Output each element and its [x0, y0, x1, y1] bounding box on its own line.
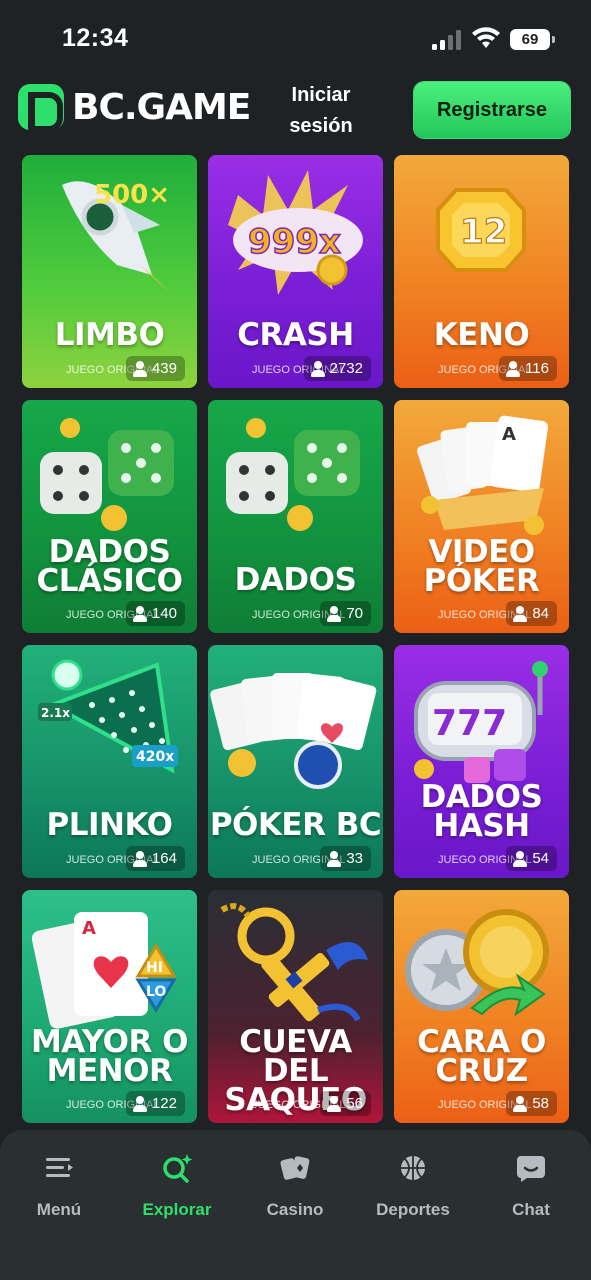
game-card-cara-o-cruz[interactable]: CARA O CRUZ JUEGO ORIGINAL 58 — [394, 890, 569, 1123]
game-card-dados-hash[interactable]: 777 DADOS HASH JUEGO ORIGINAL 54 — [394, 645, 569, 878]
bottom-nav: Menú Explorar Casino Deportes Chat — [0, 1130, 591, 1280]
game-title: LIMBO — [54, 317, 165, 353]
nav-explore[interactable]: Explorar — [122, 1152, 232, 1220]
svg-text:A: A — [82, 918, 96, 939]
poker-hand-icon — [210, 673, 377, 789]
status-time: 12:34 — [62, 24, 129, 52]
user-icon — [512, 605, 528, 622]
user-icon — [505, 360, 521, 377]
game-card-dados-clasico[interactable]: DADOS CLÁSICO JUEGO ORIGINAL 140 — [22, 400, 197, 633]
status-bar: 12:34 69 — [0, 0, 591, 78]
nav-menu[interactable]: Menú — [4, 1152, 114, 1220]
players-count: 54 — [506, 846, 557, 871]
svg-text:420x: 420x — [136, 749, 174, 765]
login-button[interactable]: Iniciar sesión — [270, 80, 372, 144]
players-count: 2732 — [303, 356, 371, 381]
nav-label: Casino — [266, 1200, 324, 1219]
user-icon — [512, 850, 528, 867]
user-icon — [132, 360, 148, 377]
menu-icon — [46, 1158, 73, 1177]
basketball-icon — [401, 1156, 425, 1180]
game-title: KENO — [433, 317, 530, 353]
login-label-line1: Iniciar — [291, 84, 351, 106]
explosion-cloud-icon: 999x — [228, 170, 363, 295]
game-card-cueva-del-saqueo[interactable]: CUEVA DEL SAQUEO JUEGO ORIGINAL 56 — [208, 890, 383, 1123]
wifi-icon — [472, 27, 500, 48]
game-card-limbo[interactable]: 500× LIMBO JUEGO ORIGINAL 439 — [22, 155, 197, 388]
game-title: VIDEO PÓKER — [423, 534, 540, 599]
game-card-crash[interactable]: 999x CRASH JUEGO ORIGINAL 2732 — [208, 155, 383, 388]
svg-text:LO: LO — [146, 984, 166, 1000]
user-icon — [132, 850, 148, 867]
user-icon — [326, 1095, 342, 1112]
games-grid: 500× LIMBO JUEGO ORIGINAL 439 999x CRASH… — [22, 155, 570, 1123]
game-card-dados[interactable]: DADOS JUEGO ORIGINAL 70 — [208, 400, 383, 633]
game-title: DADOS — [234, 562, 357, 598]
game-card-mayor-o-menor[interactable]: A HI LO MAYOR O MENOR JUEGO ORIGINAL 122 — [22, 890, 197, 1123]
game-title: PLINKO — [46, 807, 173, 843]
logo-text: BC.GAME — [72, 86, 251, 128]
game-card-poker-bc[interactable]: PÓKER BC JUEGO ORIGINAL 33 — [208, 645, 383, 878]
rocket-icon: 500× — [62, 180, 172, 295]
players-count: 116 — [499, 356, 557, 381]
battery-indicator: 69 — [510, 29, 555, 50]
players-count: 439 — [125, 356, 185, 381]
multiplier-label: 500× — [94, 180, 170, 210]
players-count: 164 — [125, 846, 185, 871]
app-header: BC.GAME Iniciar sesión Registrarse — [0, 78, 591, 150]
nav-label: Deportes — [376, 1200, 450, 1219]
register-button[interactable]: Registrarse — [414, 82, 570, 138]
svg-text:2.1x: 2.1x — [41, 706, 70, 720]
game-title: DADOS CLÁSICO — [36, 534, 183, 599]
svg-text:777: 777 — [432, 703, 507, 744]
chat-icon — [517, 1156, 545, 1182]
nav-casino[interactable]: Casino — [240, 1152, 350, 1220]
plinko-board-icon: 2.1x 420x — [38, 659, 178, 774]
bc-logo-icon — [18, 84, 64, 132]
keno-ball-icon: 12 — [436, 188, 526, 272]
svg-text:A: A — [502, 424, 516, 445]
game-title: CARA O CRUZ — [417, 1024, 546, 1089]
cell-signal-icon — [432, 30, 461, 50]
cards-icon — [280, 1156, 310, 1180]
game-title: MAYOR O MENOR — [30, 1024, 189, 1089]
game-card-keno[interactable]: 12 KENO JUEGO ORIGINAL 116 — [394, 155, 569, 388]
svg-text:12: 12 — [460, 212, 507, 252]
players-count: 122 — [125, 1091, 185, 1116]
svg-text:HI: HI — [146, 960, 163, 976]
user-icon — [512, 1095, 528, 1112]
nav-label: Explorar — [142, 1200, 212, 1219]
user-icon — [326, 850, 342, 867]
user-icon — [310, 360, 326, 377]
nav-label: Menú — [36, 1200, 82, 1219]
user-icon — [132, 605, 148, 622]
user-icon — [326, 605, 342, 622]
nav-chat[interactable]: Chat — [476, 1152, 586, 1220]
players-count: 33 — [320, 846, 371, 871]
game-title: CRASH — [237, 317, 354, 353]
game-title: DADOS HASH — [420, 779, 543, 844]
game-card-plinko[interactable]: 2.1x 420x PLINKO JUEGO ORIGINAL 164 — [22, 645, 197, 878]
game-title: PÓKER BC — [209, 807, 382, 843]
game-card-video-poker[interactable]: A VIDEO PÓKER JUEGO ORIGINAL 84 — [394, 400, 569, 633]
players-count: 70 — [320, 601, 371, 626]
login-label-line2: sesión — [289, 115, 353, 137]
explore-search-icon — [163, 1154, 193, 1183]
bc-game-logo[interactable]: BC.GAME — [18, 84, 251, 132]
players-count: 56 — [320, 1091, 371, 1116]
players-count: 140 — [125, 601, 185, 626]
players-count: 84 — [506, 601, 557, 626]
nav-label: Chat — [512, 1200, 550, 1219]
nav-sports[interactable]: Deportes — [358, 1152, 468, 1220]
user-icon — [132, 1095, 148, 1112]
players-count: 58 — [506, 1091, 557, 1116]
dice-icon — [226, 418, 360, 531]
